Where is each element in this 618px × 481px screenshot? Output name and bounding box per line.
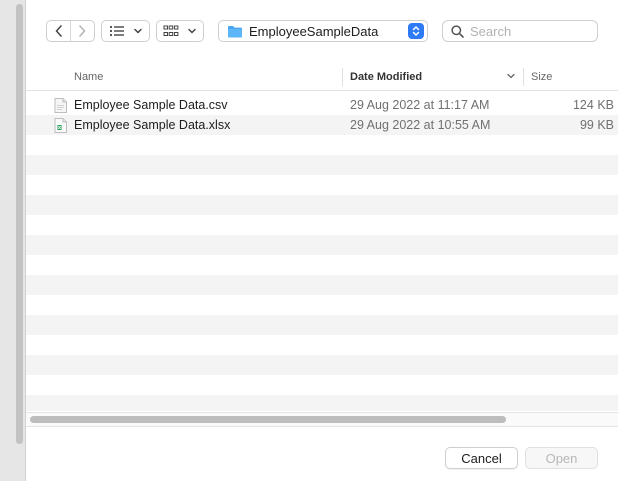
empty-row (26, 275, 618, 295)
open-button[interactable]: Open (525, 447, 598, 469)
chevron-down-icon (133, 28, 142, 34)
empty-row (26, 195, 618, 215)
file-name: Employee Sample Data.xlsx (74, 118, 231, 132)
search-icon (451, 24, 464, 38)
empty-row (26, 175, 618, 195)
file-date-modified: 29 Aug 2022 at 11:17 AM (350, 98, 490, 112)
folder-name: EmployeeSampleData (249, 23, 379, 39)
open-file-dialog: EmployeeSampleData Name Date Modified Si… (26, 0, 618, 481)
cancel-button[interactable]: Cancel (445, 447, 518, 469)
back-button[interactable] (47, 21, 70, 41)
column-header-size[interactable]: Size (531, 64, 552, 90)
file-name: Employee Sample Data.csv (74, 98, 228, 112)
empty-row (26, 315, 618, 335)
file-list: Employee Sample Data.csv 29 Aug 2022 at … (26, 95, 618, 411)
empty-row (26, 235, 618, 255)
chevron-left-icon (55, 25, 62, 37)
empty-row (26, 355, 618, 375)
background-window-edge (0, 0, 26, 481)
file-list-header: Name Date Modified Size (26, 64, 618, 91)
search-input[interactable] (470, 23, 590, 39)
background-scrollbar-thumb[interactable] (16, 4, 23, 444)
column-header-date-modified[interactable]: Date Modified (350, 64, 422, 90)
file-date-modified: 29 Aug 2022 at 10:55 AM (350, 118, 491, 132)
list-view-button[interactable] (101, 20, 150, 42)
up-down-chevron-icon (412, 26, 420, 36)
file-size: 124 KB (572, 98, 614, 112)
horizontal-scrollbar[interactable] (26, 412, 618, 426)
csv-document-icon (54, 98, 67, 113)
navigation-button-group (46, 20, 95, 42)
list-view-icon (109, 25, 124, 37)
grid-view-button[interactable] (156, 20, 204, 42)
column-header-name[interactable]: Name (74, 64, 103, 90)
column-divider[interactable] (523, 68, 524, 86)
column-divider[interactable] (342, 68, 343, 86)
file-size: 99 KB (579, 118, 614, 132)
excel-document-icon (54, 118, 67, 133)
folder-icon (228, 25, 242, 37)
empty-row (26, 155, 618, 175)
empty-row (26, 295, 618, 315)
search-field[interactable] (442, 20, 598, 42)
folder-location-popup[interactable]: EmployeeSampleData (218, 20, 428, 42)
horizontal-scrollbar-thumb[interactable] (30, 416, 506, 423)
empty-row (26, 335, 618, 355)
folder-popup-stepper[interactable] (408, 23, 424, 39)
footer-divider (26, 426, 618, 427)
chevron-right-icon (79, 25, 86, 37)
empty-row (26, 255, 618, 275)
sort-chevron-down-icon (507, 73, 515, 79)
empty-row (26, 395, 618, 411)
chevron-down-icon (188, 28, 196, 34)
grid-view-icon (163, 25, 179, 36)
forward-button[interactable] (71, 21, 94, 41)
empty-row (26, 135, 618, 155)
empty-row (26, 375, 618, 395)
file-row[interactable]: Employee Sample Data.csv 29 Aug 2022 at … (26, 95, 618, 115)
empty-row (26, 215, 618, 235)
file-row[interactable]: Employee Sample Data.xlsx 29 Aug 2022 at… (26, 115, 618, 135)
